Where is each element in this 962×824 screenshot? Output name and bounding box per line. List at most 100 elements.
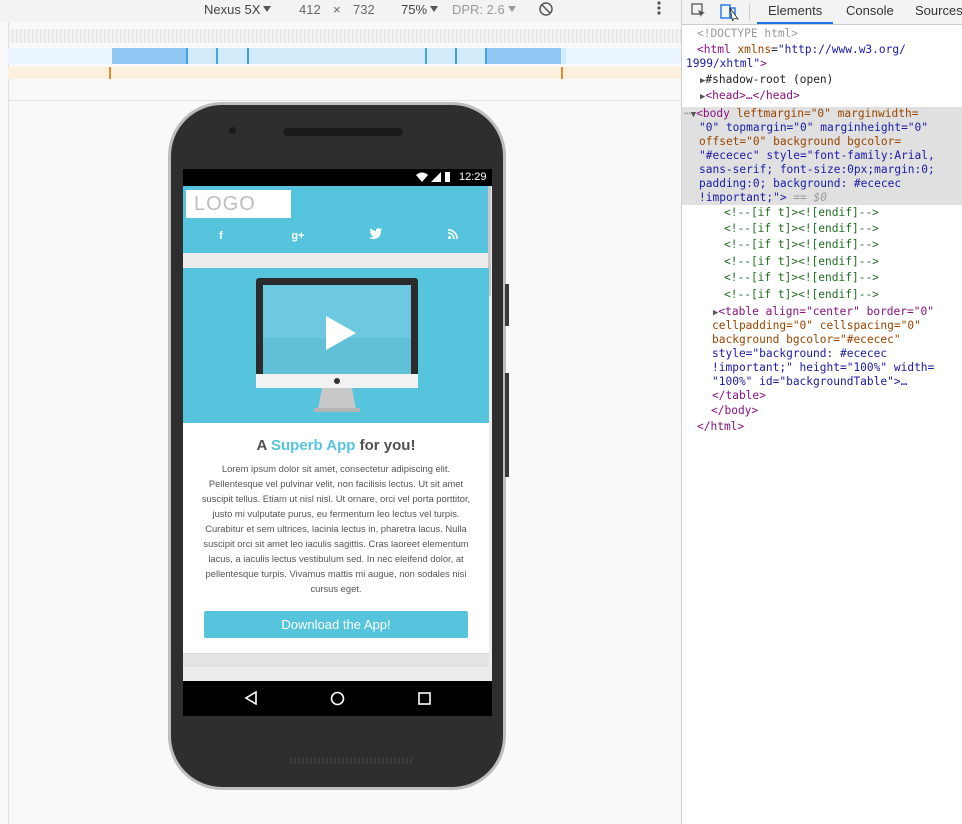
media-query-marker [425,48,427,64]
dpr-select[interactable]: DPR: 2.6 [452,2,516,17]
comment-node[interactable]: <!--[if t]><![endif]--> [724,288,879,302]
attr-value: 1999/xhtml" [686,57,761,70]
headline: A Superb App for you! [183,437,489,454]
media-query-marker [216,48,218,64]
body-text: Lorem ipsum dolor sit amet, consectetur … [201,463,471,594]
headline-accent: Superb App [271,437,356,454]
comment-node[interactable]: <!--[if t]><![endif]--> [724,255,879,269]
comment-node[interactable]: <!--[if t]><![endif]--> [724,222,879,236]
body-node-end: !important;"> == $0 [699,191,827,205]
wifi-icon [416,172,428,185]
attr-text: sans-serif; font-size:0px;margin:0; [699,163,935,176]
table-close-tag[interactable]: </table> [712,389,766,403]
attr-text: background bgcolor="#ececec" [712,333,901,346]
hero-banner [183,268,489,423]
body-close-tag[interactable]: </body> [711,404,758,418]
tag: <body [696,107,730,120]
phone-volume-button [505,373,509,477]
attr-text: "100%" id="backgroundTable">… [712,375,908,388]
divider [8,100,681,101]
attr-text: !important;" height="100%" width= [712,361,935,374]
tag: <head>…</head> [705,89,800,102]
zoom-select[interactable]: 75% [401,2,439,17]
inspect-element-icon[interactable] [691,3,707,22]
attr-text: cellpadding="0" cellspacing="0" [712,319,921,332]
google-plus-icon[interactable]: g+ [290,228,306,244]
attr-name: xmlns [737,43,772,56]
comment-node[interactable]: <!--[if t]><![endif]--> [724,206,879,220]
device-toggle-icon[interactable] [720,3,740,24]
media-query-bar-max-width[interactable] [8,48,681,64]
attr-text: offset="0" background bgcolor= [699,135,902,148]
comment-node[interactable]: <!--[if t]><![endif]--> [724,238,879,252]
times-sign: × [333,2,341,17]
headline-suffix: for you! [355,437,416,454]
chevron-down-icon [263,6,272,12]
doctype-node[interactable]: <!DOCTYPE html> [697,27,798,41]
tab-console[interactable]: Console [846,3,894,18]
media-query-marker [561,67,563,79]
divider [8,22,9,824]
tag: <html [697,43,731,56]
tab-elements[interactable]: Elements [768,3,822,18]
email-header: LOGO f g+ [183,186,489,253]
media-query-marker [247,48,249,64]
rss-icon[interactable] [445,228,461,244]
phone-power-button [505,284,509,326]
monitor-play-icon[interactable] [256,278,418,417]
attr-text: style="background: #ececec [712,347,888,360]
back-icon[interactable] [244,690,258,710]
phone-speaker [283,128,403,136]
ruler [8,29,681,43]
facebook-icon[interactable]: f [213,228,229,244]
devtools-tabbar: Elements Console Sources [682,0,962,25]
media-query-marker [109,67,111,79]
home-icon[interactable] [330,691,345,711]
logo[interactable]: LOGO [186,190,291,218]
battery-icon [445,172,450,182]
headline-prefix: A [256,437,271,454]
twitter-icon[interactable] [367,228,383,244]
device-toolbar: Nexus 5X 412 × 732 75% DPR: 2.6 [0,0,681,22]
body-node[interactable]: ⋯▼<body leftmargin="0" marginwidth= [684,107,918,122]
height-input[interactable]: 732 [353,2,375,17]
device-name: Nexus 5X [204,2,261,17]
attr-value: "http://www.w3.org/ [777,43,906,56]
phone-screen[interactable]: 12:29 LOGO f g+ A Superb App for you! Lo… [183,169,492,716]
media-query-bar-min-width[interactable] [8,67,681,79]
media-query-range[interactable] [112,48,188,64]
width-input[interactable]: 412 [299,2,321,17]
chevron-down-icon [430,6,439,12]
device-select[interactable]: Nexus 5X [204,2,272,17]
html-close-tag[interactable]: </html> [697,420,744,434]
device-emulator-pane: Nexus 5X 412 × 732 75% DPR: 2.6 12:29 LO… [0,0,681,824]
comment-node[interactable]: <!--[if t]><![endif]--> [724,271,879,285]
rotate-icon[interactable] [538,1,554,20]
more-options-icon[interactable] [656,0,662,19]
phone-camera [229,127,236,134]
attr-text: "0" topmargin="0" marginheight="0" [699,121,929,134]
zoom-value: 75% [401,2,428,17]
download-app-button[interactable]: Download the App! [204,611,468,638]
selected-marker: == $0 [786,191,827,204]
chevron-down-icon [507,6,516,12]
html-node[interactable]: <html xmlns="http://www.w3.org/ [697,43,906,57]
ellipsis-icon[interactable]: ⋯ [684,107,691,120]
attr-text: leftmargin="0" marginwidth= [736,107,919,120]
shadow-root-node[interactable]: ▶#shadow-root (open) [700,73,833,88]
recents-icon[interactable] [418,692,431,710]
media-query-range[interactable] [485,48,561,64]
devtools-pane: Elements Console Sources <!DOCTYPE html>… [681,0,962,824]
divider [749,4,750,20]
android-nav-bar [183,681,492,716]
signal-icon [431,172,441,185]
head-node[interactable]: ▶<head>…</head> [700,89,800,104]
shadow-root-label: #shadow-root (open) [705,73,834,86]
email-footer [183,653,489,667]
table-node[interactable]: ▶<table align="center" border="0" [713,305,934,320]
tab-sources[interactable]: Sources [915,3,962,18]
attr-text: "#ececec" style="font-family:Arial, [699,149,935,162]
attr-text: !important;"> [699,191,787,204]
active-tab-indicator [757,22,833,24]
phone-grille [290,758,414,764]
